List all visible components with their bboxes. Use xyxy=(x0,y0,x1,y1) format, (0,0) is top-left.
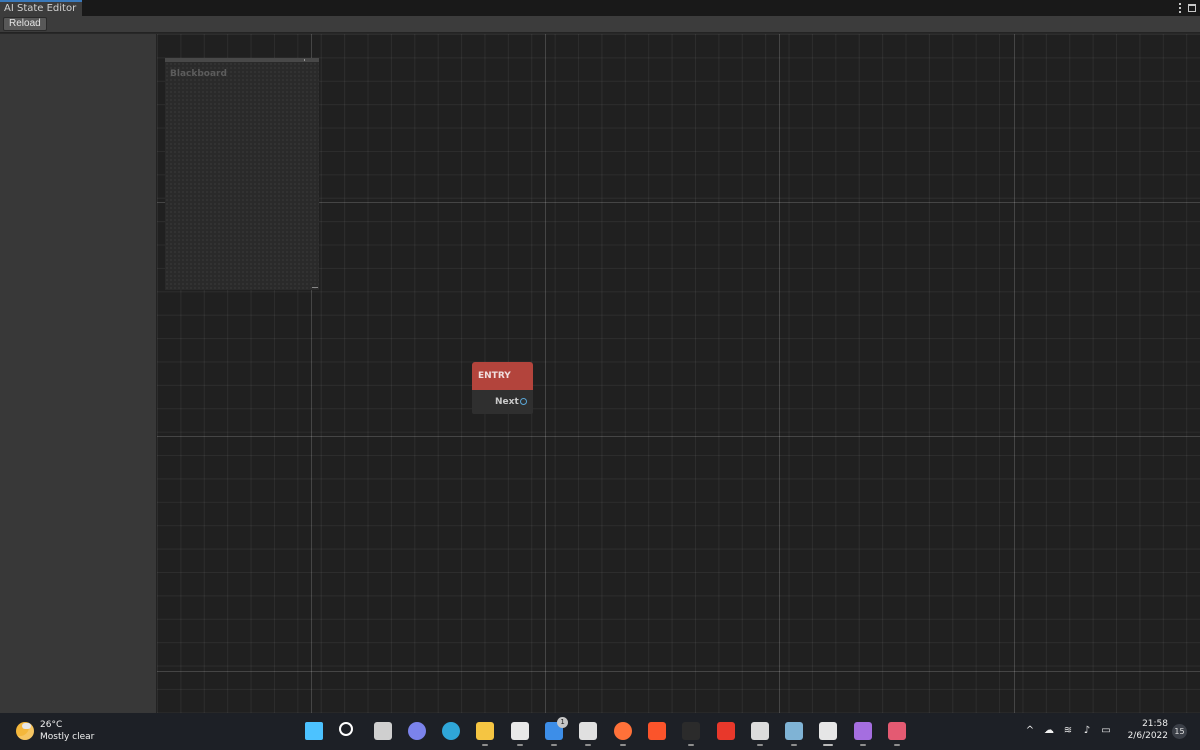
edge-icon xyxy=(442,722,461,740)
running-indicator xyxy=(791,744,798,746)
entry-node[interactable]: ENTRY Next xyxy=(472,362,533,414)
taskbar-app-file-explorer[interactable] xyxy=(468,719,502,746)
blackboard-panel[interactable]: Blackboard xyxy=(165,58,319,290)
inspector-side-panel xyxy=(0,34,157,713)
tab-controls xyxy=(1179,1,1196,15)
wifi-icon[interactable]: ≋ xyxy=(1062,725,1074,737)
running-indicator xyxy=(823,744,834,746)
more-options-icon[interactable] xyxy=(1179,3,1182,13)
running-indicator xyxy=(585,744,592,746)
grid-major-line xyxy=(157,436,1200,437)
brave-icon xyxy=(647,722,666,740)
maximize-icon[interactable] xyxy=(1188,4,1196,12)
mail-badge: 1 xyxy=(557,717,569,728)
battery-icon[interactable]: ▭ xyxy=(1100,725,1112,737)
windows-taskbar: 26°C Mostly clear 1 ^ ☁ ≋ ♪ ▭ 21:58 2/6/… xyxy=(0,713,1200,750)
editor-tab[interactable]: AI State Editor xyxy=(0,0,83,16)
weather-temperature: 26°C xyxy=(40,720,63,730)
taskbar-app-visual-studio[interactable] xyxy=(846,719,880,746)
wps-office-icon xyxy=(716,722,735,740)
clock-time: 21:58 xyxy=(1142,719,1168,729)
firefox-icon xyxy=(613,722,632,740)
editor-tab-title: AI State Editor xyxy=(4,3,77,14)
grid-major-line xyxy=(157,671,1200,672)
next-port-label: Next xyxy=(495,397,519,407)
entry-node-header[interactable]: ENTRY xyxy=(472,362,533,390)
start-icon xyxy=(305,722,323,740)
chevron-up-icon[interactable]: ^ xyxy=(1024,725,1036,737)
system-tray: ^ ☁ ≋ ♪ ▭ xyxy=(1024,723,1112,739)
search-icon xyxy=(339,722,354,736)
store-icon xyxy=(510,722,529,740)
taskbar-app-edge[interactable] xyxy=(434,719,468,745)
terminal-icon xyxy=(682,722,701,740)
unity-icon xyxy=(750,722,769,740)
unity-editor-icon xyxy=(819,722,838,740)
taskbar-clock[interactable]: 21:58 2/6/2022 xyxy=(1124,719,1168,741)
taskbar-app-unity[interactable] xyxy=(743,719,777,746)
running-indicator xyxy=(619,744,626,746)
task-view-icon xyxy=(373,722,392,740)
file-explorer-icon xyxy=(476,722,495,740)
weather-widget[interactable]: 26°C Mostly clear xyxy=(14,719,104,745)
reload-button[interactable]: Reload xyxy=(3,17,47,31)
cloud-icon xyxy=(22,723,31,729)
running-indicator xyxy=(688,744,695,746)
editor-toolbar: Reload xyxy=(0,16,1200,33)
window-tab-bar: AI State Editor xyxy=(0,0,1200,16)
onedrive-icon[interactable]: ☁ xyxy=(1043,725,1055,737)
grid-major-line xyxy=(1014,34,1015,713)
grid-major-line xyxy=(545,34,546,713)
output-port-icon[interactable] xyxy=(520,398,527,405)
running-indicator xyxy=(859,744,866,746)
taskbar-app-search[interactable] xyxy=(331,719,365,745)
taskbar-app-snipping-tool[interactable] xyxy=(880,719,914,746)
volume-icon[interactable]: ♪ xyxy=(1081,725,1093,737)
graph-view[interactable]: Blackboard ENTRY Next xyxy=(157,34,1200,713)
entry-node-title: ENTRY xyxy=(478,371,511,381)
clock-date: 2/6/2022 xyxy=(1127,731,1168,741)
running-indicator xyxy=(516,744,523,746)
notification-count[interactable]: 15 xyxy=(1172,724,1187,739)
taskbar-app-brave[interactable] xyxy=(640,719,674,745)
taskbar-app-terminal[interactable] xyxy=(674,719,708,746)
taskbar-app-store[interactable] xyxy=(503,719,537,746)
taskbar-app-mail[interactable]: 1 xyxy=(537,717,571,746)
taskbar-app-unity-hub[interactable] xyxy=(571,719,605,746)
taskbar-app-start[interactable] xyxy=(297,719,331,745)
unity-hub-icon xyxy=(579,722,598,740)
ai-state-editor-window: AI State Editor Reload Blackboard ENTRY … xyxy=(0,0,1200,713)
snipping-tool-icon xyxy=(888,722,907,740)
grid-major-line xyxy=(779,34,780,713)
taskbar-app-wps-office[interactable] xyxy=(709,719,743,745)
weather-description: Mostly clear xyxy=(40,732,95,742)
taskbar-app-unity-editor[interactable] xyxy=(811,719,845,746)
entry-node-body: Next xyxy=(472,390,533,414)
taskbar-app-teams-chat[interactable] xyxy=(400,719,434,745)
teams-chat-icon xyxy=(407,722,426,740)
visual-studio-icon xyxy=(853,722,872,740)
taskbar-apps: 1 xyxy=(297,717,914,746)
blackboard-title: Blackboard xyxy=(170,69,227,79)
blackboard-add-handle[interactable] xyxy=(304,59,305,61)
running-indicator xyxy=(756,744,763,746)
blackboard-resize-handle[interactable] xyxy=(312,287,318,288)
running-indicator xyxy=(482,744,489,746)
taskbar-app-firefox[interactable] xyxy=(606,719,640,746)
running-indicator xyxy=(551,744,558,746)
taskbar-app-photos[interactable] xyxy=(777,719,811,746)
running-indicator xyxy=(894,744,901,746)
photos-icon xyxy=(785,722,804,740)
taskbar-app-task-view[interactable] xyxy=(366,719,400,745)
